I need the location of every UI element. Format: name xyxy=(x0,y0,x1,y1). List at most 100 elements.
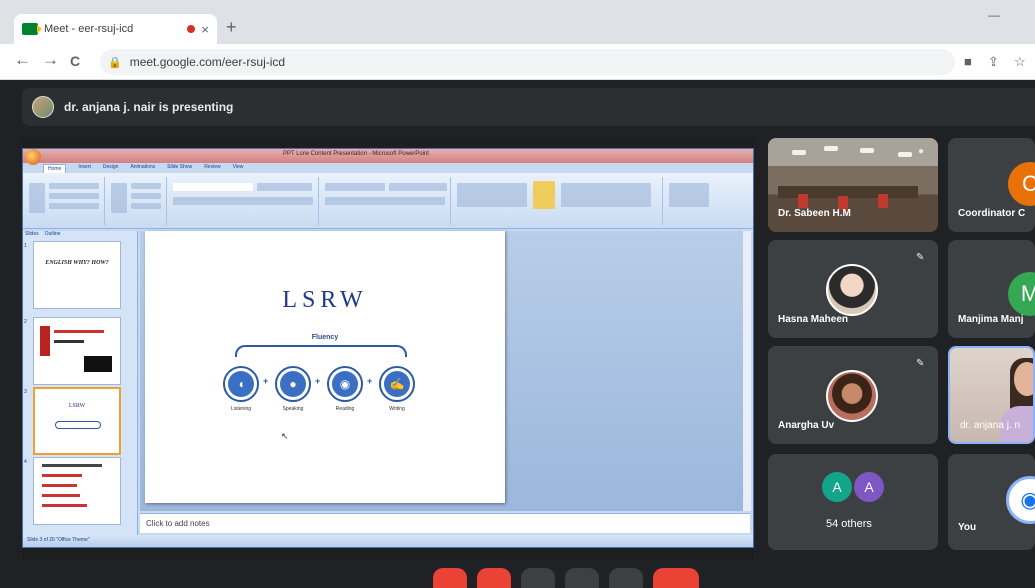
skill-label: Reading xyxy=(335,406,355,412)
panel-tab-outline[interactable]: Outline xyxy=(45,231,61,237)
share-icon[interactable]: ⇪ xyxy=(988,54,999,70)
browser-toolbar: ← → C 🔒 meet.google.com/eer-rsuj-icd ■ ⇪… xyxy=(0,44,1035,80)
participant-avatar: A xyxy=(854,472,884,502)
paragraph-group xyxy=(321,177,451,225)
current-slide[interactable]: LSRW Fluency ◖ + ● + ◉ + ✍ Listening Spe… xyxy=(145,231,505,503)
participant-tile-presenter[interactable]: dr. anjana j. n xyxy=(948,346,1035,444)
thumb-text: LSRW xyxy=(68,403,86,409)
writing-icon: ✍ xyxy=(379,366,415,402)
ppt-title-bar: PPT Lsrw Content Presentation - Microsof… xyxy=(23,149,753,163)
mic-button[interactable] xyxy=(433,568,467,588)
tab-title: Meet - eer-rsuj-icd xyxy=(44,23,134,35)
participant-tile[interactable]: ✎ Anargha Uv xyxy=(768,346,938,444)
slide-title: LSRW xyxy=(282,287,368,313)
minimize-icon[interactable]: — xyxy=(988,8,1000,22)
self-tile[interactable]: ◉ You xyxy=(948,454,1035,550)
more-options-icon[interactable]: ● xyxy=(918,146,924,157)
shared-screen: PPT Lsrw Content Presentation - Microsof… xyxy=(22,138,754,560)
participant-tile[interactable]: C Coordinator C xyxy=(948,138,1035,232)
panel-tabs: Slides Outline xyxy=(25,231,60,237)
brace-shape xyxy=(235,345,407,357)
participant-name: You xyxy=(958,522,977,533)
participant-avatar: C xyxy=(1008,162,1035,206)
slide-subtitle: Fluency xyxy=(311,334,339,341)
camera-button[interactable] xyxy=(477,568,511,588)
back-button[interactable]: ← xyxy=(14,50,31,70)
browser-window: Meet - eer-rsuj-icd × + — ← → C 🔒 meet.g… xyxy=(0,0,1035,588)
slide-thumbnail[interactable] xyxy=(33,457,121,525)
more-options-button[interactable] xyxy=(609,568,643,588)
participant-name: dr. anjana j. n xyxy=(960,420,1021,431)
participant-name: Hasna Maheen xyxy=(778,314,849,325)
presenting-text: dr. anjana j. nair is presenting xyxy=(64,100,234,114)
url-text[interactable]: meet.google.com/eer-rsuj-icd xyxy=(130,55,285,69)
participant-name: Anargha Uv xyxy=(778,420,835,431)
mouse-cursor-icon: ↖ xyxy=(281,431,289,441)
participant-avatar: M xyxy=(1008,272,1035,316)
muted-mic-icon: ✎ xyxy=(916,252,925,263)
thumb-number: 4 xyxy=(24,459,27,465)
self-avatar-icon: ◉ xyxy=(1006,476,1035,524)
slide-thumbnail[interactable]: ENGLISH WHY? HOW? xyxy=(33,241,121,309)
clipboard-group xyxy=(25,177,105,225)
thumb-number: 3 xyxy=(24,389,27,395)
leave-call-button[interactable] xyxy=(653,568,699,588)
ppt-window-title: PPT Lsrw Content Presentation - Microsof… xyxy=(283,151,429,157)
skill-label: Speaking xyxy=(282,406,304,412)
forward-button[interactable]: → xyxy=(42,50,59,70)
thumb-number: 1 xyxy=(24,243,27,249)
camera-icon[interactable]: ■ xyxy=(964,54,972,69)
skill-label: Writing xyxy=(389,406,405,412)
listening-icon: ◖ xyxy=(223,366,259,402)
bookmark-star-icon[interactable]: ☆ xyxy=(1014,54,1026,70)
participant-tile[interactable]: M Manjima Manj xyxy=(948,240,1035,338)
participant-tile[interactable]: ✎ Hasna Maheen xyxy=(768,240,938,338)
present-button[interactable] xyxy=(565,568,599,588)
new-tab-button[interactable]: + xyxy=(226,17,237,38)
lock-icon[interactable]: 🔒 xyxy=(108,56,122,69)
participant-avatar xyxy=(826,264,878,316)
presenter-avatar xyxy=(32,96,54,118)
speaking-icon: ● xyxy=(275,366,311,402)
slide-canvas: LSRW Fluency ◖ + ● + ◉ + ✍ Listening Spe… xyxy=(140,231,750,511)
plus-sign: + xyxy=(367,376,373,386)
participant-avatar xyxy=(826,370,878,422)
office-button-icon xyxy=(25,149,41,165)
others-count: 54 others xyxy=(826,518,872,530)
thumb-number: 2 xyxy=(24,319,27,325)
slide-thumbnail-selected[interactable]: LSRW xyxy=(33,387,121,455)
slides-panel: Slides Outline 1 ENGLISH WHY? HOW? 2 3 L… xyxy=(23,231,138,541)
participant-name: Manjima Manj xyxy=(958,314,1024,325)
ppt-status-bar: Slide 3 of 20 "Office Theme" xyxy=(23,535,753,547)
participant-name: Dr. Sabeen H.M xyxy=(778,208,851,219)
notes-pane[interactable]: Click to add notes xyxy=(140,513,750,533)
participant-name: Coordinator C xyxy=(958,208,1026,219)
font-group xyxy=(169,177,319,225)
plus-sign: + xyxy=(315,376,321,386)
address-bar[interactable]: 🔒 meet.google.com/eer-rsuj-icd xyxy=(100,49,955,75)
tab-close-icon[interactable]: × xyxy=(201,22,209,37)
recording-dot-icon xyxy=(187,25,196,33)
status-text: Slide 3 of 20 "Office Theme" xyxy=(27,537,90,543)
presenting-banner: dr. anjana j. nair is presenting xyxy=(22,88,1035,126)
slide-scrollbar[interactable] xyxy=(743,231,751,511)
plus-sign: + xyxy=(263,376,269,386)
slide-thumbnail[interactable] xyxy=(33,317,121,385)
skill-label: Listening xyxy=(230,406,251,412)
others-tile[interactable]: A A 54 others xyxy=(768,454,938,550)
tab-meet[interactable]: Meet - eer-rsuj-icd × xyxy=(14,14,217,44)
participant-avatar: A xyxy=(822,472,852,502)
thumb-text: ENGLISH WHY? HOW? xyxy=(45,260,109,266)
muted-mic-icon: ✎ xyxy=(916,358,925,369)
drawing-group xyxy=(453,177,663,225)
participant-tile[interactable]: Dr. Sabeen H.M ● xyxy=(768,138,938,232)
reload-button[interactable]: C xyxy=(70,53,80,69)
tab-strip: Meet - eer-rsuj-icd × + — xyxy=(0,0,1035,44)
panel-tab-slides[interactable]: Slides xyxy=(25,231,39,237)
editing-group xyxy=(665,177,725,225)
meet-area: dr. anjana j. nair is presenting PPT Lsr… xyxy=(0,80,1035,588)
powerpoint-window: PPT Lsrw Content Presentation - Microsof… xyxy=(22,148,754,548)
notes-placeholder: Click to add notes xyxy=(146,519,210,528)
ribbon xyxy=(23,173,753,229)
captions-button[interactable] xyxy=(521,568,555,588)
